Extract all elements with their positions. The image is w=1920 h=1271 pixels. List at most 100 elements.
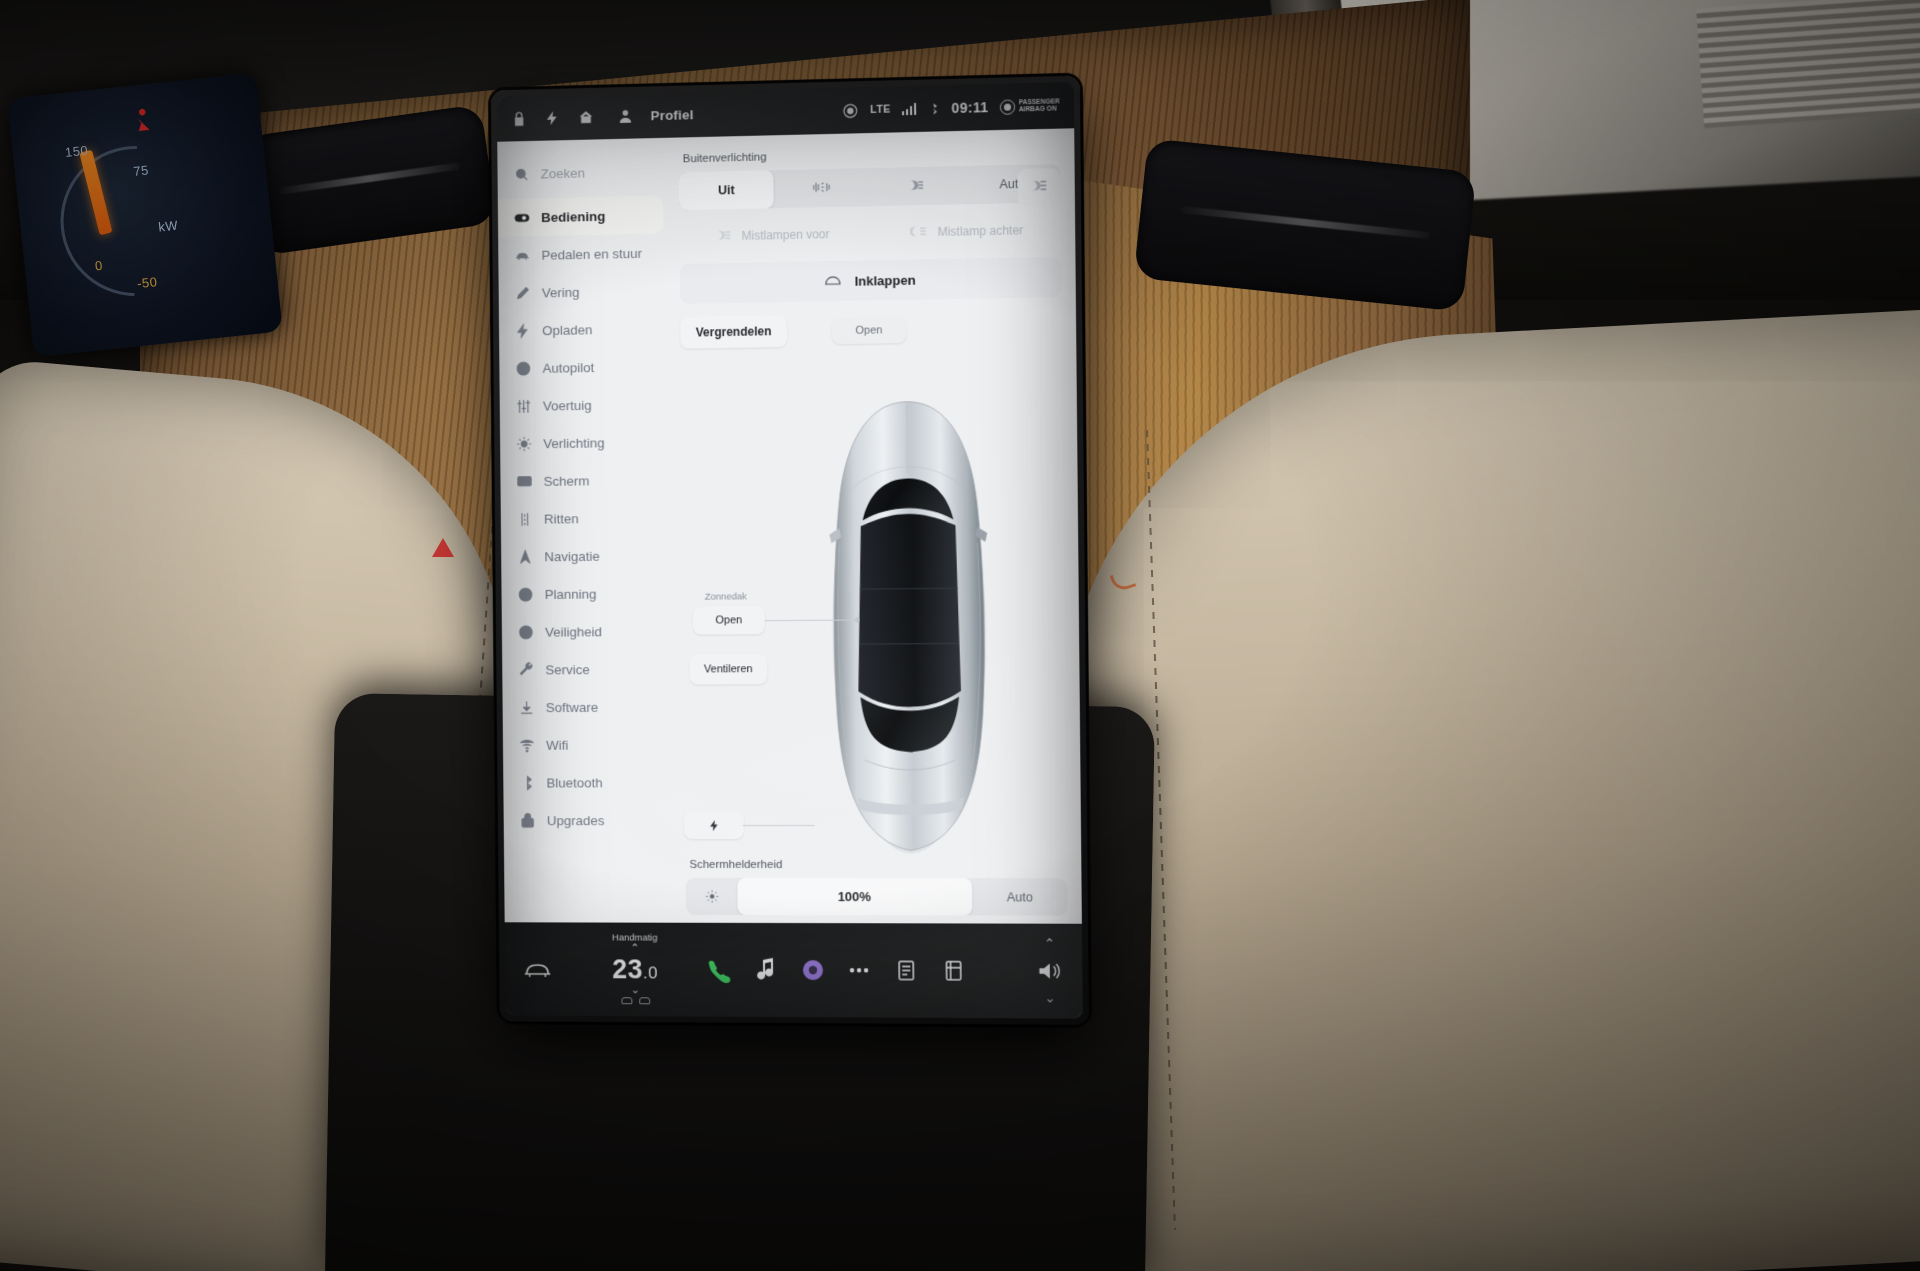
sidebar-item-navigatie[interactable]: Navigatie (501, 536, 677, 575)
lights-option-lowbeam[interactable] (868, 166, 964, 206)
camera-icon[interactable] (842, 102, 859, 119)
sidebar-item-software[interactable]: Software (502, 688, 678, 727)
climate-temperature[interactable]: 23.0 (578, 954, 693, 985)
wifi-icon (519, 736, 536, 753)
fog-front-label: Mistlampen voor (741, 227, 830, 243)
seat-heater-icons[interactable] (578, 997, 693, 1005)
bluetooth-icon (519, 774, 536, 791)
parking-light-icon (811, 180, 831, 197)
seatbelt-warning-icon (137, 108, 150, 132)
fog-lights-row: Mistlampen voor Mistlamp achter (679, 214, 1061, 252)
network-label: LTE (870, 103, 891, 116)
profile-label[interactable]: Profiel (651, 107, 694, 123)
sidebar-item-planning[interactable]: Planning (501, 574, 677, 613)
sunroof-open-label: Open (715, 614, 743, 627)
frunk-button[interactable]: Open (831, 316, 907, 345)
tesla-touchscreen[interactable]: Profiel LTE 09:11 PASSENGER AIRBAG ON Zo… (496, 81, 1083, 1019)
volume-up-chevron[interactable]: ⌃ (1044, 936, 1055, 952)
lock-button-label: Vergrendelen (695, 324, 772, 340)
sidebar-item-upgrades[interactable]: Upgrades (504, 801, 680, 839)
volume-control[interactable]: ⌃ ⌄ (1035, 936, 1064, 1007)
car-seat-icon (514, 247, 531, 264)
display-icon (516, 473, 533, 490)
sidebar-item-wifi[interactable]: Wifi (503, 725, 679, 763)
fog-front-button[interactable]: Mistlampen voor (679, 225, 865, 246)
brightness-section: Schermhelderheid 100% Auto (685, 858, 1068, 916)
tesla-touchscreen-bezel: Profiel LTE 09:11 PASSENGER AIRBAG ON Zo… (490, 75, 1090, 1025)
sidebar-item-label: Bediening (541, 208, 606, 225)
high-beam-icon (1029, 178, 1049, 198)
download-icon (518, 699, 535, 716)
apps-icon[interactable] (842, 955, 876, 985)
sunroof-open-button[interactable]: Open (692, 606, 765, 635)
sidebar-item-label: Wifi (546, 737, 569, 753)
volume-down-chevron[interactable]: ⌄ (1044, 990, 1055, 1006)
climate-down-chevron[interactable]: ⌄ (578, 984, 693, 996)
sidebar-item-label: Voertuig (542, 397, 592, 413)
phone-icon[interactable] (702, 955, 736, 985)
sidebar-item-label: Opladen (542, 321, 593, 338)
sidebar-item-label: Navigatie (544, 548, 600, 564)
sidebar-item-label: Vering (541, 284, 580, 300)
climate-control[interactable]: Handmatig ⌃ 23.0 ⌄ (577, 932, 693, 1005)
fog-rear-button[interactable]: Mistlamp achter (873, 221, 1061, 242)
cluster-neg-label: -50 (136, 274, 159, 292)
cluster-unit-label: kW (157, 217, 179, 235)
sidebar-item-bluetooth[interactable]: Bluetooth (503, 763, 679, 801)
sidebar-item-voertuig[interactable]: Voertuig (500, 385, 676, 425)
mirror-icon (823, 272, 842, 289)
cluster-mid-label: 75 (132, 162, 150, 179)
climate-up-chevron[interactable]: ⌃ (578, 943, 693, 955)
sidebar-item-autopilot[interactable]: Autopilot (499, 347, 675, 388)
sidebar-item-bediening[interactable]: Bediening (497, 195, 664, 237)
person-icon[interactable] (617, 107, 634, 124)
high-beam-button[interactable] (1017, 167, 1061, 208)
sidebar-item-opladen[interactable]: Opladen (499, 309, 675, 350)
sidebar-item-label: Veiligheid (545, 623, 603, 640)
low-beam-icon (906, 177, 926, 195)
calendar-icon[interactable] (889, 955, 924, 985)
sidebar-item-pedalen-en-stuur[interactable]: Pedalen en stuur (498, 233, 674, 274)
camera-view-icon[interactable] (936, 956, 971, 986)
sidebar-item-verlichting[interactable]: Verlichting (500, 423, 676, 463)
exterior-lights-segmented-control[interactable]: Uit Auto (678, 163, 1061, 211)
lock-icon[interactable] (511, 110, 528, 127)
sidebar-item-label: Bluetooth (546, 774, 603, 790)
charge-port-button[interactable] (683, 811, 744, 840)
instrument-cluster: 150 75 kW 0 -50 (7, 72, 283, 358)
lights-option-parking[interactable] (773, 168, 868, 208)
sidebar-item-label: Planning (544, 586, 597, 602)
sidebar-item-label: Verlichting (543, 434, 605, 451)
browser-icon[interactable] (795, 955, 829, 985)
sidebar-item-service[interactable]: Service (502, 650, 678, 689)
lock-button[interactable]: Vergrendelen (680, 314, 788, 349)
temperature-value: 23 (612, 954, 643, 985)
music-icon[interactable] (749, 955, 783, 985)
sidebar-item-label: Autopilot (542, 359, 595, 376)
sidebar-item-veiligheid[interactable]: Veiligheid (502, 612, 678, 651)
sidebar-item-ritten[interactable]: Ritten (501, 498, 677, 538)
clock: 09:11 (951, 99, 989, 117)
sidebar-item-scherm[interactable]: Scherm (500, 460, 676, 500)
bluetooth-icon[interactable] (927, 101, 940, 116)
sunroof-vent-button[interactable]: Ventileren (689, 654, 768, 685)
brightness-value[interactable]: 100% (737, 877, 973, 916)
mirrors-fold-button[interactable]: Inklappen (679, 256, 1062, 304)
bolt-icon[interactable] (544, 109, 561, 126)
car-icon[interactable] (521, 954, 555, 984)
car-top-view-image[interactable] (808, 390, 1010, 863)
sunroof-title: Zonnedak (704, 591, 747, 603)
sidebar-item-label: Scherm (543, 472, 590, 489)
speaker-icon[interactable] (1036, 959, 1065, 983)
lights-option-off[interactable]: Uit (678, 170, 774, 211)
wrench-icon (518, 661, 535, 678)
search-icon (513, 165, 530, 182)
search-placeholder: Zoeken (540, 165, 586, 181)
frunk-button-label: Open (855, 324, 883, 337)
home-icon[interactable] (577, 108, 594, 125)
sidebar-item-vering[interactable]: Vering (499, 271, 675, 312)
brightness-control[interactable]: 100% Auto (685, 877, 1068, 916)
search-input[interactable]: Zoeken (497, 152, 673, 194)
brightness-auto-button[interactable]: Auto (972, 878, 1068, 915)
brightness-title: Schermhelderheid (689, 858, 783, 872)
